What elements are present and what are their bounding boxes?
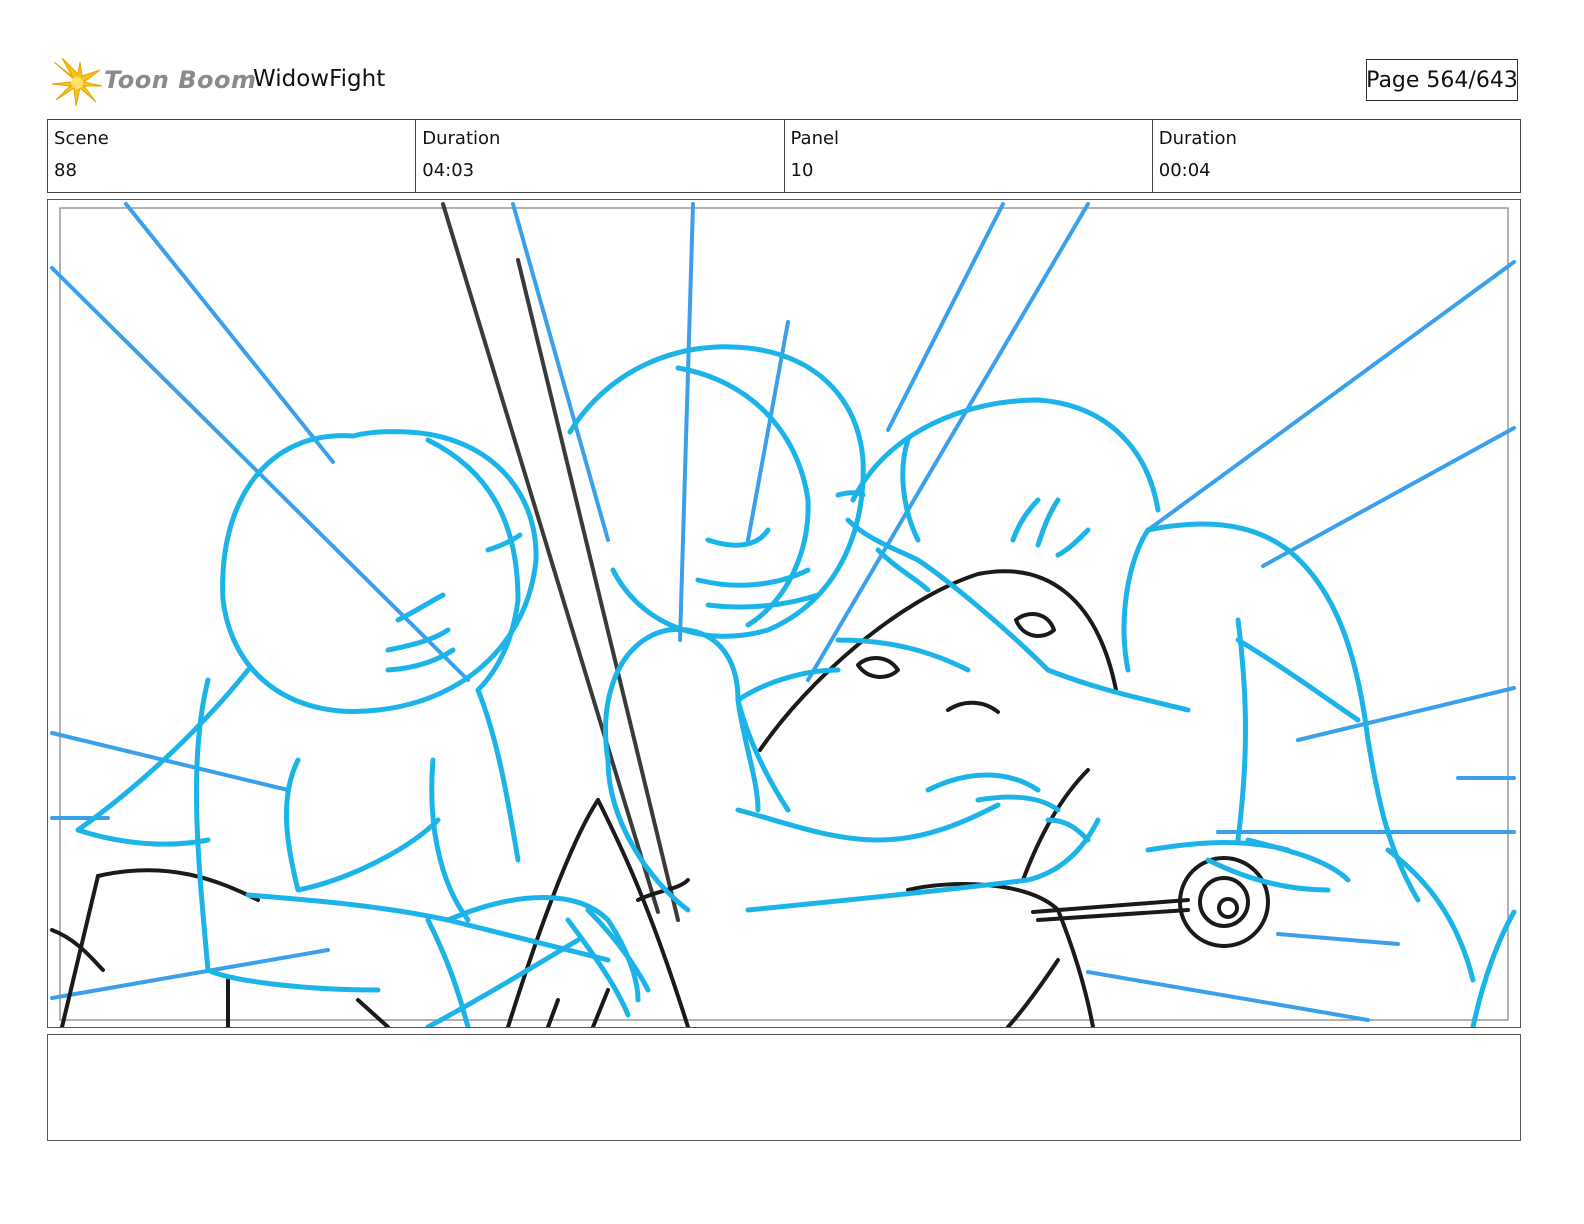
scene-label: Scene xyxy=(54,128,109,149)
panel-label: Panel xyxy=(790,128,840,149)
panel-duration-cell: Duration 00:04 xyxy=(1153,120,1520,192)
toon-boom-logo: Toon Boom xyxy=(50,56,256,108)
starburst-icon xyxy=(51,57,103,107)
project-title: WidowFight xyxy=(253,66,386,92)
scene-duration-label: Duration xyxy=(422,128,501,149)
storyboard-info-table: Scene 88 Duration 04:03 Panel 10 Duratio… xyxy=(47,119,1521,193)
panel-sketch xyxy=(50,202,1517,1027)
panel-notes-box xyxy=(47,1034,1521,1141)
panel-value: 10 xyxy=(790,160,814,181)
page-indicator: Page 564/643 xyxy=(1366,59,1518,101)
scene-duration-cell: Duration 04:03 xyxy=(416,120,785,192)
panel-cell: Panel 10 xyxy=(785,120,1153,192)
storyboard-panel xyxy=(47,199,1521,1028)
logo-wordmark: Toon Boom xyxy=(104,66,257,94)
scene-duration-value: 04:03 xyxy=(422,160,475,181)
panel-duration-value: 00:04 xyxy=(1158,160,1211,181)
panel-duration-label: Duration xyxy=(1158,128,1237,149)
scene-value: 88 xyxy=(54,160,77,181)
scene-cell: Scene 88 xyxy=(48,120,417,192)
